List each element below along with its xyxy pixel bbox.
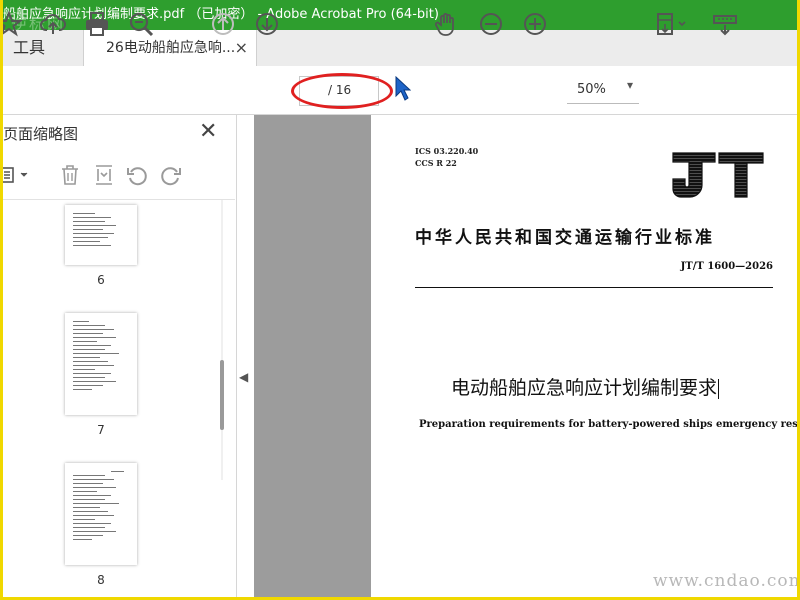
rotate-right-icon[interactable] — [159, 163, 183, 187]
jt-logo — [672, 152, 764, 198]
app-window: 船舶应急响应计划编制要求.pdf （已加密） - Adobe Acrobat P… — [3, 0, 797, 597]
hand-tool-icon[interactable] — [433, 10, 461, 38]
more-tools-icon[interactable] — [711, 10, 739, 38]
page-down-icon[interactable] — [253, 10, 281, 38]
text-caret — [718, 378, 720, 399]
ccs-line: CCS R 22 — [415, 158, 457, 168]
sidebar-scrollbar[interactable] — [217, 200, 227, 480]
scrollbar-thumb[interactable] — [220, 360, 224, 430]
collapse-sidebar-icon[interactable]: ◀ — [239, 370, 253, 390]
standard-title: 中华人民共和国交通运输行业标准 — [415, 228, 715, 248]
thumbnail-label: 6 — [97, 273, 105, 287]
zoom-value: 50% — [577, 82, 606, 97]
extract-page-icon[interactable] — [92, 163, 116, 187]
document-viewer-background — [254, 115, 371, 597]
page-up-icon[interactable] — [209, 10, 237, 38]
page-thumbnail[interactable] — [65, 205, 137, 265]
close-icon[interactable]: ✕ — [199, 119, 217, 144]
thumbnail-label: 8 — [97, 573, 105, 587]
sidebar-title: 页面缩略图 — [3, 125, 79, 143]
cloud-upload-icon[interactable] — [39, 10, 67, 38]
chevron-down-icon: ▾ — [626, 78, 633, 92]
scrollbar-track — [221, 200, 223, 480]
ics-code: ICS 03.220.40 CCS R 22 — [415, 145, 478, 169]
page-thumbnail[interactable] — [65, 463, 137, 565]
header-rule — [415, 287, 773, 288]
ics-line: ICS 03.220.40 — [415, 146, 479, 156]
zoom-in-icon[interactable] — [521, 10, 549, 38]
document-title-text: 电动船舶应急响应计划编制要求 — [451, 377, 718, 399]
document-page[interactable]: ICS 03.220.40 CCS R 22 中华人民共和国交通运输行业标准 J… — [371, 115, 797, 597]
delete-page-icon[interactable] — [58, 163, 82, 187]
sidebar-toolbar — [3, 153, 235, 200]
rotate-left-icon[interactable] — [125, 163, 149, 187]
document-title-cn: 电动船舶应急响应计划编制要求 — [451, 373, 720, 400]
fit-page-icon[interactable] — [655, 10, 689, 38]
zoom-underline — [567, 103, 639, 104]
standard-number: JT/T 1600—2026 — [680, 261, 773, 272]
thumbnail-label: 7 — [97, 423, 105, 437]
page-thumbnail[interactable] — [65, 313, 137, 415]
thumbnail-content — [73, 471, 127, 555]
zoom-out-icon[interactable] — [477, 10, 505, 38]
bookmark-star-icon[interactable] — [3, 10, 23, 38]
thumbnail-content — [73, 321, 127, 405]
print-icon[interactable] — [83, 10, 111, 38]
zoom-search-icon[interactable] — [127, 10, 155, 38]
zoom-select[interactable]: 50% ▾ — [563, 76, 639, 104]
thumbnail-sidebar: 页面缩略图 ✕ 6 7 8 — [3, 115, 237, 597]
watermark-bottom: www.cndao.com — [653, 571, 797, 591]
document-title-en: Preparation requirements for battery-pow… — [419, 419, 797, 430]
thumbnail-options-icon[interactable] — [3, 163, 33, 187]
thumbnail-content — [73, 213, 127, 255]
annotation-circle — [291, 73, 393, 109]
mouse-pointer-icon — [395, 75, 412, 102]
